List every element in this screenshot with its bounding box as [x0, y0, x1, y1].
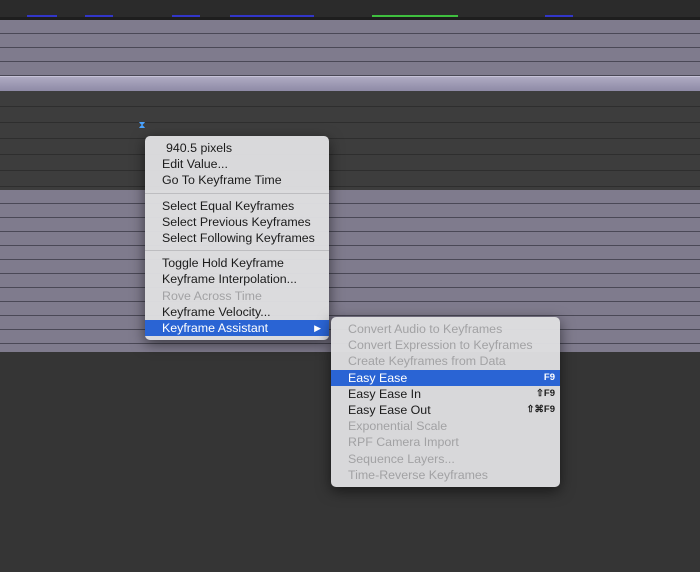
menu-item-rove-across-time: Rove Across Time	[162, 288, 262, 303]
submenu-item-rpf-camera-import: RPF Camera Import	[348, 435, 459, 450]
submenu-item-easy-ease-out[interactable]: Easy Ease Out ⇧⌘F9	[331, 402, 560, 418]
menu-item-select-previous-keyframes[interactable]: Select Previous Keyframes	[145, 214, 329, 230]
menu-item-select-equal-keyframes[interactable]: Select Equal Keyframes	[145, 198, 329, 214]
menu-item-toggle-hold-keyframe[interactable]: Toggle Hold Keyframe	[145, 255, 329, 271]
submenu-item-time-reverse-keyframes: Time-Reverse Keyframes	[348, 467, 488, 482]
submenu-item-sequence-layers: Sequence Layers...	[348, 451, 455, 466]
submenu-item-create-keyframes-from-data: Create Keyframes from Data	[348, 354, 506, 369]
menu-item-label: Easy Ease In	[348, 386, 422, 401]
shortcut-label: ⇧⌘F9	[526, 403, 555, 415]
menu-item-label: Keyframe Assistant	[162, 320, 269, 335]
selected-layer-bar[interactable]	[0, 76, 700, 92]
menu-item-keyframe-interpolation[interactable]: Keyframe Interpolation...	[145, 271, 329, 287]
submenu-item-easy-ease[interactable]: Easy Ease F9	[331, 369, 560, 386]
time-ruler[interactable]	[0, 0, 700, 18]
submenu-item-convert-audio-to-keyframes: Convert Audio to Keyframes	[348, 322, 503, 336]
menu-item-keyframe-assistant[interactable]: Keyframe Assistant ▶	[145, 319, 329, 337]
menu-separator	[145, 250, 329, 252]
submenu-item-convert-expression-to-keyframes: Convert Expression to Keyframes	[348, 338, 533, 353]
layer-rows-top[interactable]	[0, 20, 700, 76]
keyframe-assistant-submenu: Convert Audio to Keyframes Convert Expre…	[331, 317, 560, 487]
hourglass-keyframe-icon[interactable]: ⧗	[138, 121, 146, 131]
menu-item-edit-value[interactable]: Edit Value...	[145, 156, 329, 172]
menu-item-select-following-keyframes[interactable]: Select Following Keyframes	[145, 230, 329, 246]
property-rows[interactable]	[0, 91, 700, 190]
submenu-item-exponential-scale: Exponential Scale	[348, 419, 448, 434]
menu-item-keyframe-velocity[interactable]: Keyframe Velocity...	[145, 304, 329, 320]
keyframe-context-menu: 940.5 pixels Edit Value... Go To Keyfram…	[145, 136, 329, 341]
menu-value-readout: 940.5 pixels	[166, 141, 233, 155]
menu-item-go-to-keyframe-time[interactable]: Go To Keyframe Time	[145, 172, 329, 188]
menu-separator	[145, 192, 329, 194]
shortcut-label: F9	[543, 371, 555, 383]
triangle-right-icon: ▶	[314, 322, 321, 333]
menu-item-label: Easy Ease	[348, 370, 408, 385]
shortcut-label: ⇧F9	[535, 387, 555, 399]
submenu-item-easy-ease-in[interactable]: Easy Ease In ⇧F9	[331, 386, 560, 402]
menu-item-label: Easy Ease Out	[348, 402, 431, 417]
